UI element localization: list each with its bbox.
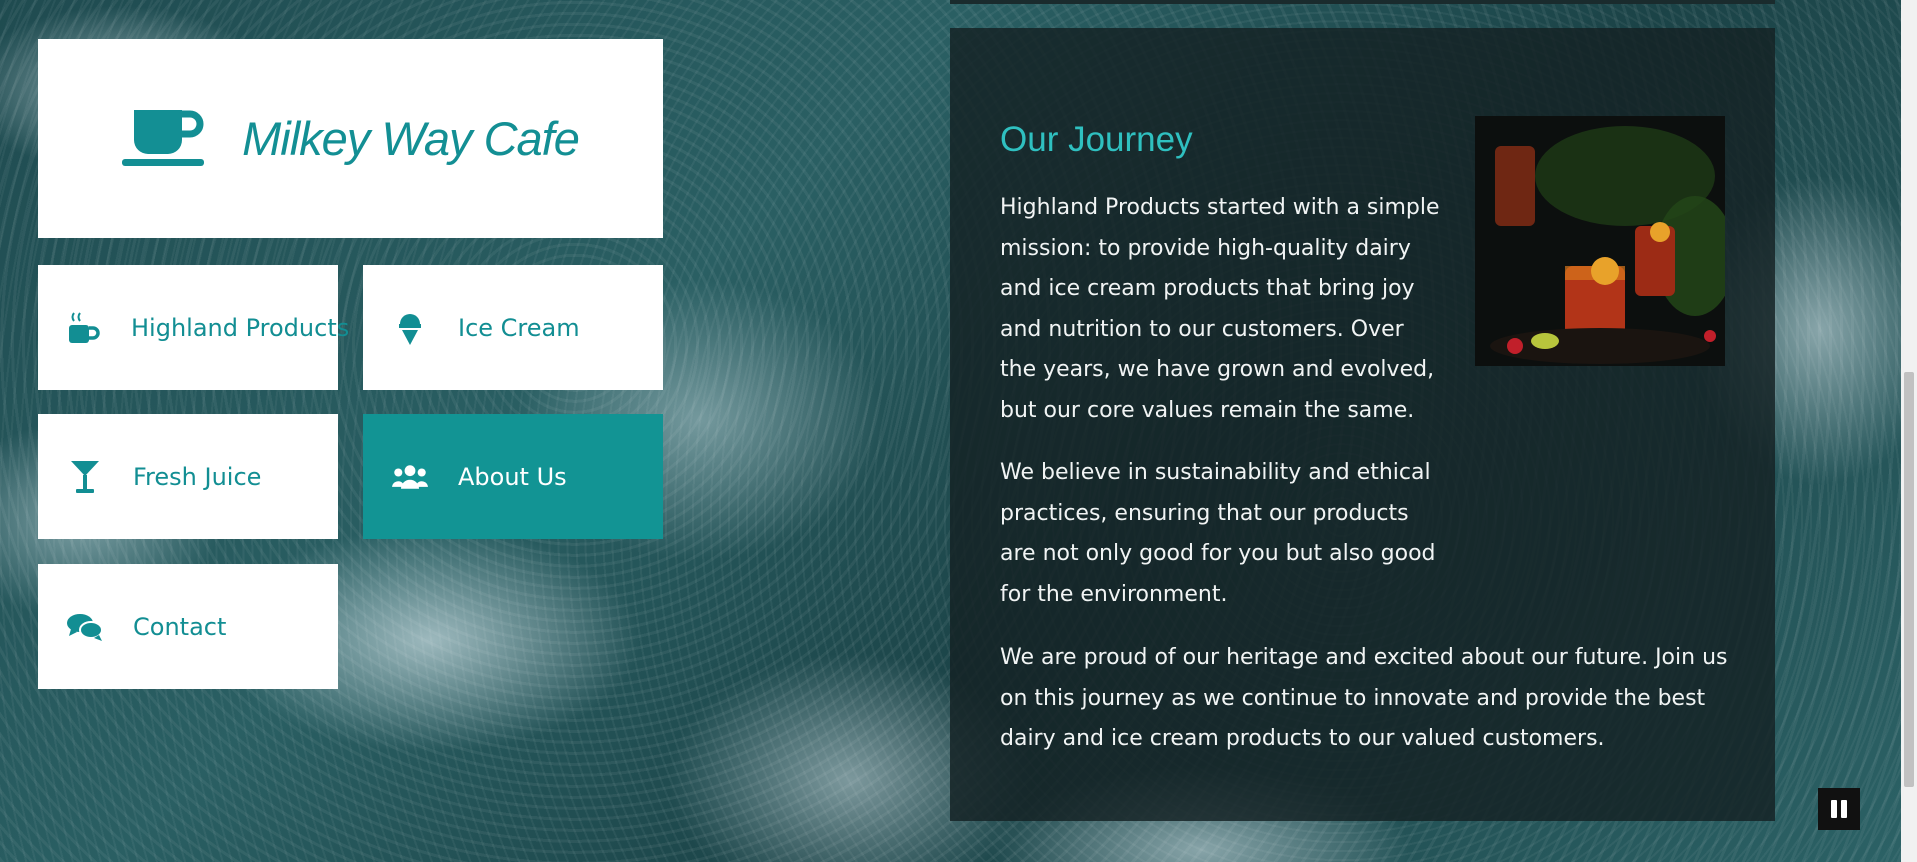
video-pause-button[interactable] xyxy=(1818,788,1860,830)
nav-tile-ice-cream[interactable]: Ice Cream xyxy=(363,265,663,390)
nav-label: Ice Cream xyxy=(458,313,580,342)
mug-hot-icon xyxy=(67,311,101,345)
comments-icon xyxy=(67,612,103,642)
pause-icon xyxy=(1831,800,1847,818)
users-icon xyxy=(392,462,428,492)
section-heading: Our Journey xyxy=(1000,120,1193,159)
coffee-cup-icon xyxy=(122,106,208,172)
nav-tile-highland-products[interactable]: Highland Products xyxy=(38,265,349,390)
page-scrollbar[interactable] xyxy=(1901,0,1917,862)
nav-tile-contact[interactable]: Contact xyxy=(38,564,338,689)
scrollbar-thumb[interactable] xyxy=(1904,372,1914,787)
paragraph-3: We are proud of our heritage and excited… xyxy=(1000,645,1728,751)
nav-label: Fresh Juice xyxy=(133,462,262,491)
nav-label: Highland Products xyxy=(131,313,350,342)
cocktail-glass-icon xyxy=(67,459,103,495)
nav-tile-about-us[interactable]: About Us xyxy=(363,414,663,539)
site-title: Milkey Way Cafe xyxy=(242,112,580,165)
paragraph-1: Highland Products started with a simple … xyxy=(1000,195,1440,423)
about-panel: Our Journey Highland Products started wi… xyxy=(950,28,1775,821)
nav-label: About Us xyxy=(458,462,567,491)
panel-top-edge xyxy=(950,0,1775,4)
nav-label: Contact xyxy=(133,612,227,641)
ice-cream-icon xyxy=(392,310,428,346)
logo-card[interactable]: Milkey Way Cafe xyxy=(38,39,663,238)
nav-tile-fresh-juice[interactable]: Fresh Juice xyxy=(38,414,338,539)
paragraph-2: We believe in sustainability and ethical… xyxy=(1000,460,1436,607)
drinks-photo xyxy=(1475,116,1725,366)
